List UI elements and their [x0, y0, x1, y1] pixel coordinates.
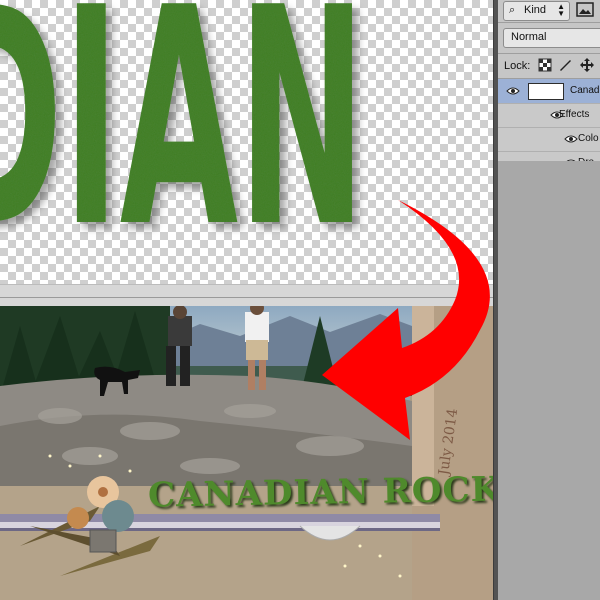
letter-preview: DIAN — [0, 0, 366, 284]
blend-mode-select[interactable]: Normal — [503, 28, 600, 48]
effects-label: Effects — [559, 109, 590, 120]
canvas-photo-view[interactable]: CANADIAN ROCKIES July 2014 — [0, 306, 493, 600]
pixel-layer-filter-icon[interactable] — [576, 2, 594, 18]
scrapbook-photo — [0, 306, 493, 600]
layer-thumbnail — [528, 83, 564, 100]
eye-icon[interactable] — [506, 86, 520, 96]
chevron-updown-icon: ▲ ▼ — [557, 2, 565, 18]
lock-bar: Lock: — [498, 54, 600, 79]
effect-name: Colo — [578, 133, 599, 144]
layer-effect-color-row[interactable]: Colo — [498, 127, 600, 152]
layer-row-canadian[interactable]: Canad — [498, 79, 600, 104]
layers-panel: ⌕ Kind ▲ ▼ Normal Lock: Canad Effects Co… — [493, 0, 600, 600]
canadian-rockies-title: CANADIAN ROCKIES — [147, 468, 493, 516]
canvas-transparent-view[interactable]: DIAN — [0, 0, 493, 284]
layer-filter-bar: ⌕ Kind ▲ ▼ — [498, 0, 600, 23]
canvas-divider — [0, 284, 493, 307]
lock-label: Lock: — [504, 60, 531, 72]
layer-effects-row[interactable]: Effects — [498, 103, 600, 128]
blend-mode-value: Normal — [511, 31, 547, 43]
blend-mode-bar: Normal — [498, 23, 600, 54]
lock-transparency-icon[interactable] — [538, 58, 552, 72]
lock-pixels-brush-icon[interactable] — [558, 58, 572, 72]
layer-name: Canad — [570, 85, 600, 96]
kind-filter-select[interactable]: ⌕ Kind ▲ ▼ — [503, 1, 570, 21]
green-text-layer-preview: DIAN — [0, 0, 366, 284]
eye-icon[interactable] — [564, 134, 578, 144]
lock-position-move-icon[interactable] — [580, 58, 594, 72]
kind-filter-label: Kind — [524, 4, 547, 16]
layers-empty-area — [498, 161, 600, 600]
search-icon: ⌕ — [509, 4, 516, 16]
layers-list: Canad Effects Colo Dro — [498, 79, 600, 176]
